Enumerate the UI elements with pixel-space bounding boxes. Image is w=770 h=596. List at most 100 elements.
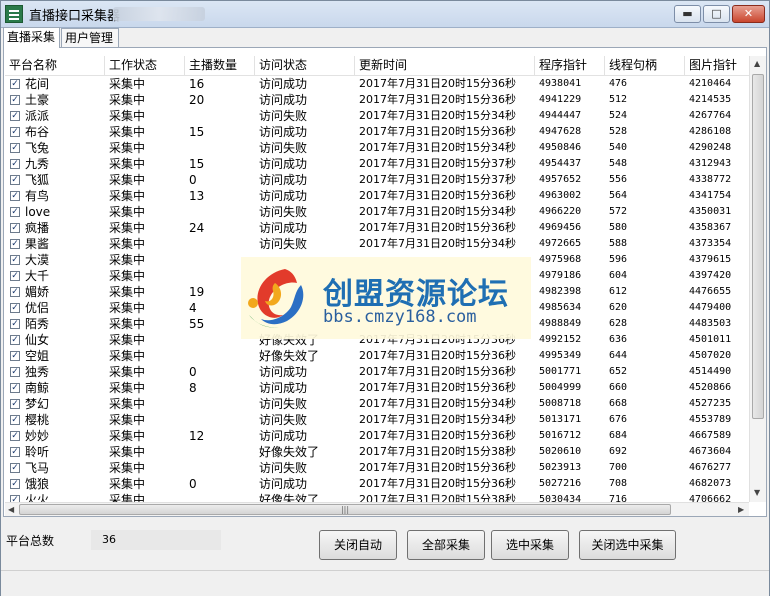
row-checkbox[interactable]: ✓ [10, 479, 20, 489]
vertical-scroll-thumb[interactable] [752, 74, 764, 419]
access-status-cell: 访问成功 [259, 125, 308, 139]
table-row[interactable]: ✓ 饿狼 采集中 0 访问成功 2017年7月31日20时15分36秒 5027216 708… [5, 476, 749, 492]
col-header-access-status[interactable]: 访问状态 [255, 56, 355, 75]
row-checkbox[interactable]: ✓ [10, 431, 20, 441]
update-time-cell: 2017年7月31日20时15分36秒 [359, 189, 516, 202]
maximize-button[interactable]: □ [703, 5, 730, 23]
table-row[interactable]: ✓ 火火 采集中 好像失效了 2017年7月31日20时15分38秒 5030434 716… [5, 492, 749, 502]
row-checkbox[interactable]: ✓ [10, 303, 20, 313]
row-checkbox[interactable]: ✓ [10, 127, 20, 137]
row-checkbox[interactable]: ✓ [10, 319, 20, 329]
table-row[interactable]: ✓ 飞狐 采集中 0 访问成功 2017年7月31日20时15分37秒 4957652 556… [5, 172, 749, 188]
tab-user-management[interactable]: 用户管理 [61, 28, 119, 47]
scroll-left-icon[interactable]: ◀ [8, 505, 14, 514]
table-row[interactable]: ✓ 九秀 采集中 15 访问成功 2017年7月31日20时15分37秒 4954437 54… [5, 156, 749, 172]
table-row[interactable]: ✓ 疯播 采集中 24 访问成功 2017年7月31日20时15分36秒 4969456 58… [5, 220, 749, 236]
thread-handle-cell: 580 [609, 222, 628, 233]
table-row[interactable]: ✓ 果酱 采集中 访问失败 2017年7月31日20时15分34秒 4972665 588 4… [5, 236, 749, 252]
row-checkbox[interactable]: ✓ [10, 415, 20, 425]
row-checkbox[interactable]: ✓ [10, 287, 20, 297]
row-checkbox[interactable]: ✓ [10, 175, 20, 185]
thread-handle-cell: 548 [609, 158, 628, 169]
close-selected-collect-button[interactable]: 关闭选中采集 [579, 530, 676, 560]
image-pointer-cell: 4214535 [689, 94, 732, 105]
table-row[interactable]: ✓ 有鸟 采集中 13 访问成功 2017年7月31日20时15分36秒 4963002 56… [5, 188, 749, 204]
blurred-title-suffix [113, 7, 205, 21]
disable-auto-button[interactable]: 关闭自动 [319, 530, 397, 560]
anchor-count-cell [185, 396, 255, 412]
col-header-update-time[interactable]: 更新时间 [355, 56, 535, 75]
tab-live-collect[interactable]: 直播采集 [3, 27, 60, 48]
col-header-platform[interactable]: 平台名称 [5, 56, 105, 75]
work-status-cell: 采集中 [109, 381, 146, 395]
horizontal-scroll-thumb[interactable]: ||| [19, 504, 671, 515]
table-row[interactable]: ✓ love 采集中 访问失败 2017年7月31日20时15分34秒 4966220 57… [5, 204, 749, 220]
table-row[interactable]: ✓ 妙妙 采集中 12 访问成功 2017年7月31日20时15分36秒 5016712 68… [5, 428, 749, 444]
table-row[interactable]: ✓ 飞马 采集中 访问失败 2017年7月31日20时15分36秒 5023913 700 4… [5, 460, 749, 476]
row-checkbox[interactable]: ✓ [10, 399, 20, 409]
scroll-down-icon[interactable]: ▼ [754, 488, 760, 497]
update-time-cell: 2017年7月31日20时15分36秒 [359, 365, 516, 378]
vertical-scrollbar[interactable]: ▲ ▼ [749, 56, 766, 502]
row-checkbox[interactable]: ✓ [10, 271, 20, 281]
collect-all-button[interactable]: 全部采集 [407, 530, 485, 560]
row-checkbox[interactable]: ✓ [10, 351, 20, 361]
work-status-cell: 采集中 [109, 285, 146, 299]
title-bar[interactable]: 直播接口采集器 ▬ □ ✕ [1, 1, 769, 28]
image-pointer-cell: 4290248 [689, 142, 732, 153]
close-button[interactable]: ✕ [732, 5, 765, 23]
work-status-cell: 采集中 [109, 477, 146, 491]
program-pointer-cell: 4992152 [539, 334, 582, 345]
thread-handle-cell: 588 [609, 238, 628, 249]
scroll-up-icon[interactable]: ▲ [754, 59, 760, 68]
col-header-anchor-count[interactable]: 主播数量 [185, 56, 255, 75]
row-checkbox[interactable]: ✓ [10, 191, 20, 201]
row-checkbox[interactable]: ✓ [10, 463, 20, 473]
image-pointer-cell: 4373354 [689, 238, 732, 249]
row-checkbox[interactable]: ✓ [10, 255, 20, 265]
row-checkbox[interactable]: ✓ [10, 239, 20, 249]
program-pointer-cell: 4995349 [539, 350, 582, 361]
row-checkbox[interactable]: ✓ [10, 447, 20, 457]
col-header-program-pointer[interactable]: 程序指针 [535, 56, 605, 75]
row-checkbox[interactable]: ✓ [10, 495, 20, 502]
thread-handle-cell: 684 [609, 430, 628, 441]
update-time-cell: 2017年7月31日20时15分36秒 [359, 477, 516, 490]
table-row[interactable]: ✓ 土豪 采集中 20 访问成功 2017年7月31日20时15分36秒 4941229 51… [5, 92, 749, 108]
table-row[interactable]: ✓ 樱桃 采集中 访问失败 2017年7月31日20时15分34秒 5013171 676 4… [5, 412, 749, 428]
table-row[interactable]: ✓ 聆听 采集中 好像失效了 2017年7月31日20时15分38秒 5020610 692… [5, 444, 749, 460]
table-row[interactable]: ✓ 独秀 采集中 0 访问成功 2017年7月31日20时15分36秒 5001771 652… [5, 364, 749, 380]
col-header-image-pointer[interactable]: 图片指针 [685, 56, 749, 75]
collect-selected-button[interactable]: 选中采集 [491, 530, 569, 560]
anchor-count-cell: 8 [189, 381, 197, 395]
row-checkbox[interactable]: ✓ [10, 207, 20, 217]
row-checkbox[interactable]: ✓ [10, 79, 20, 89]
row-checkbox[interactable]: ✓ [10, 367, 20, 377]
col-header-work-status[interactable]: 工作状态 [105, 56, 185, 75]
col-header-thread-handle[interactable]: 线程句柄 [605, 56, 685, 75]
row-checkbox[interactable]: ✓ [10, 143, 20, 153]
anchor-count-cell: 15 [189, 157, 205, 171]
table-row[interactable]: ✓ 梦幻 采集中 访问失败 2017年7月31日20时15分34秒 5008718 668 4… [5, 396, 749, 412]
work-status-cell: 采集中 [109, 205, 146, 219]
row-checkbox[interactable]: ✓ [10, 95, 20, 105]
table-row[interactable]: ✓ 花间 采集中 16 访问成功 2017年7月31日20时15分36秒 4938041 47… [5, 76, 749, 92]
platform-name-cell: ✓ 飞马 [5, 460, 105, 476]
table-row[interactable]: ✓ 布谷 采集中 15 访问成功 2017年7月31日20时15分36秒 4947628 52… [5, 124, 749, 140]
row-checkbox[interactable]: ✓ [10, 111, 20, 121]
row-checkbox[interactable]: ✓ [10, 159, 20, 169]
scroll-right-icon[interactable]: ▶ [738, 505, 744, 514]
platform-name-cell: ✓ 飞兔 [5, 140, 105, 156]
row-checkbox[interactable]: ✓ [10, 335, 20, 345]
table-row[interactable]: ✓ 飞兔 采集中 访问失败 2017年7月31日20时15分34秒 4950846 540 4… [5, 140, 749, 156]
table-row[interactable]: ✓ 空姐 采集中 好像失效了 2017年7月31日20时15分36秒 4995349 644… [5, 348, 749, 364]
anchor-count-cell: 24 [189, 221, 205, 235]
table-row[interactable]: ✓ 派派 采集中 访问失败 2017年7月31日20时15分34秒 4944447 524 4… [5, 108, 749, 124]
horizontal-scrollbar[interactable]: ◀ ||| ▶ [5, 502, 749, 516]
row-checkbox[interactable]: ✓ [10, 223, 20, 233]
table-row[interactable]: ✓ 南鲸 采集中 8 访问成功 2017年7月31日20时15分36秒 5004999 660… [5, 380, 749, 396]
access-status-cell: 访问成功 [259, 221, 308, 235]
minimize-button[interactable]: ▬ [674, 5, 701, 23]
access-status-cell: 好像失效了 [259, 445, 320, 459]
row-checkbox[interactable]: ✓ [10, 383, 20, 393]
